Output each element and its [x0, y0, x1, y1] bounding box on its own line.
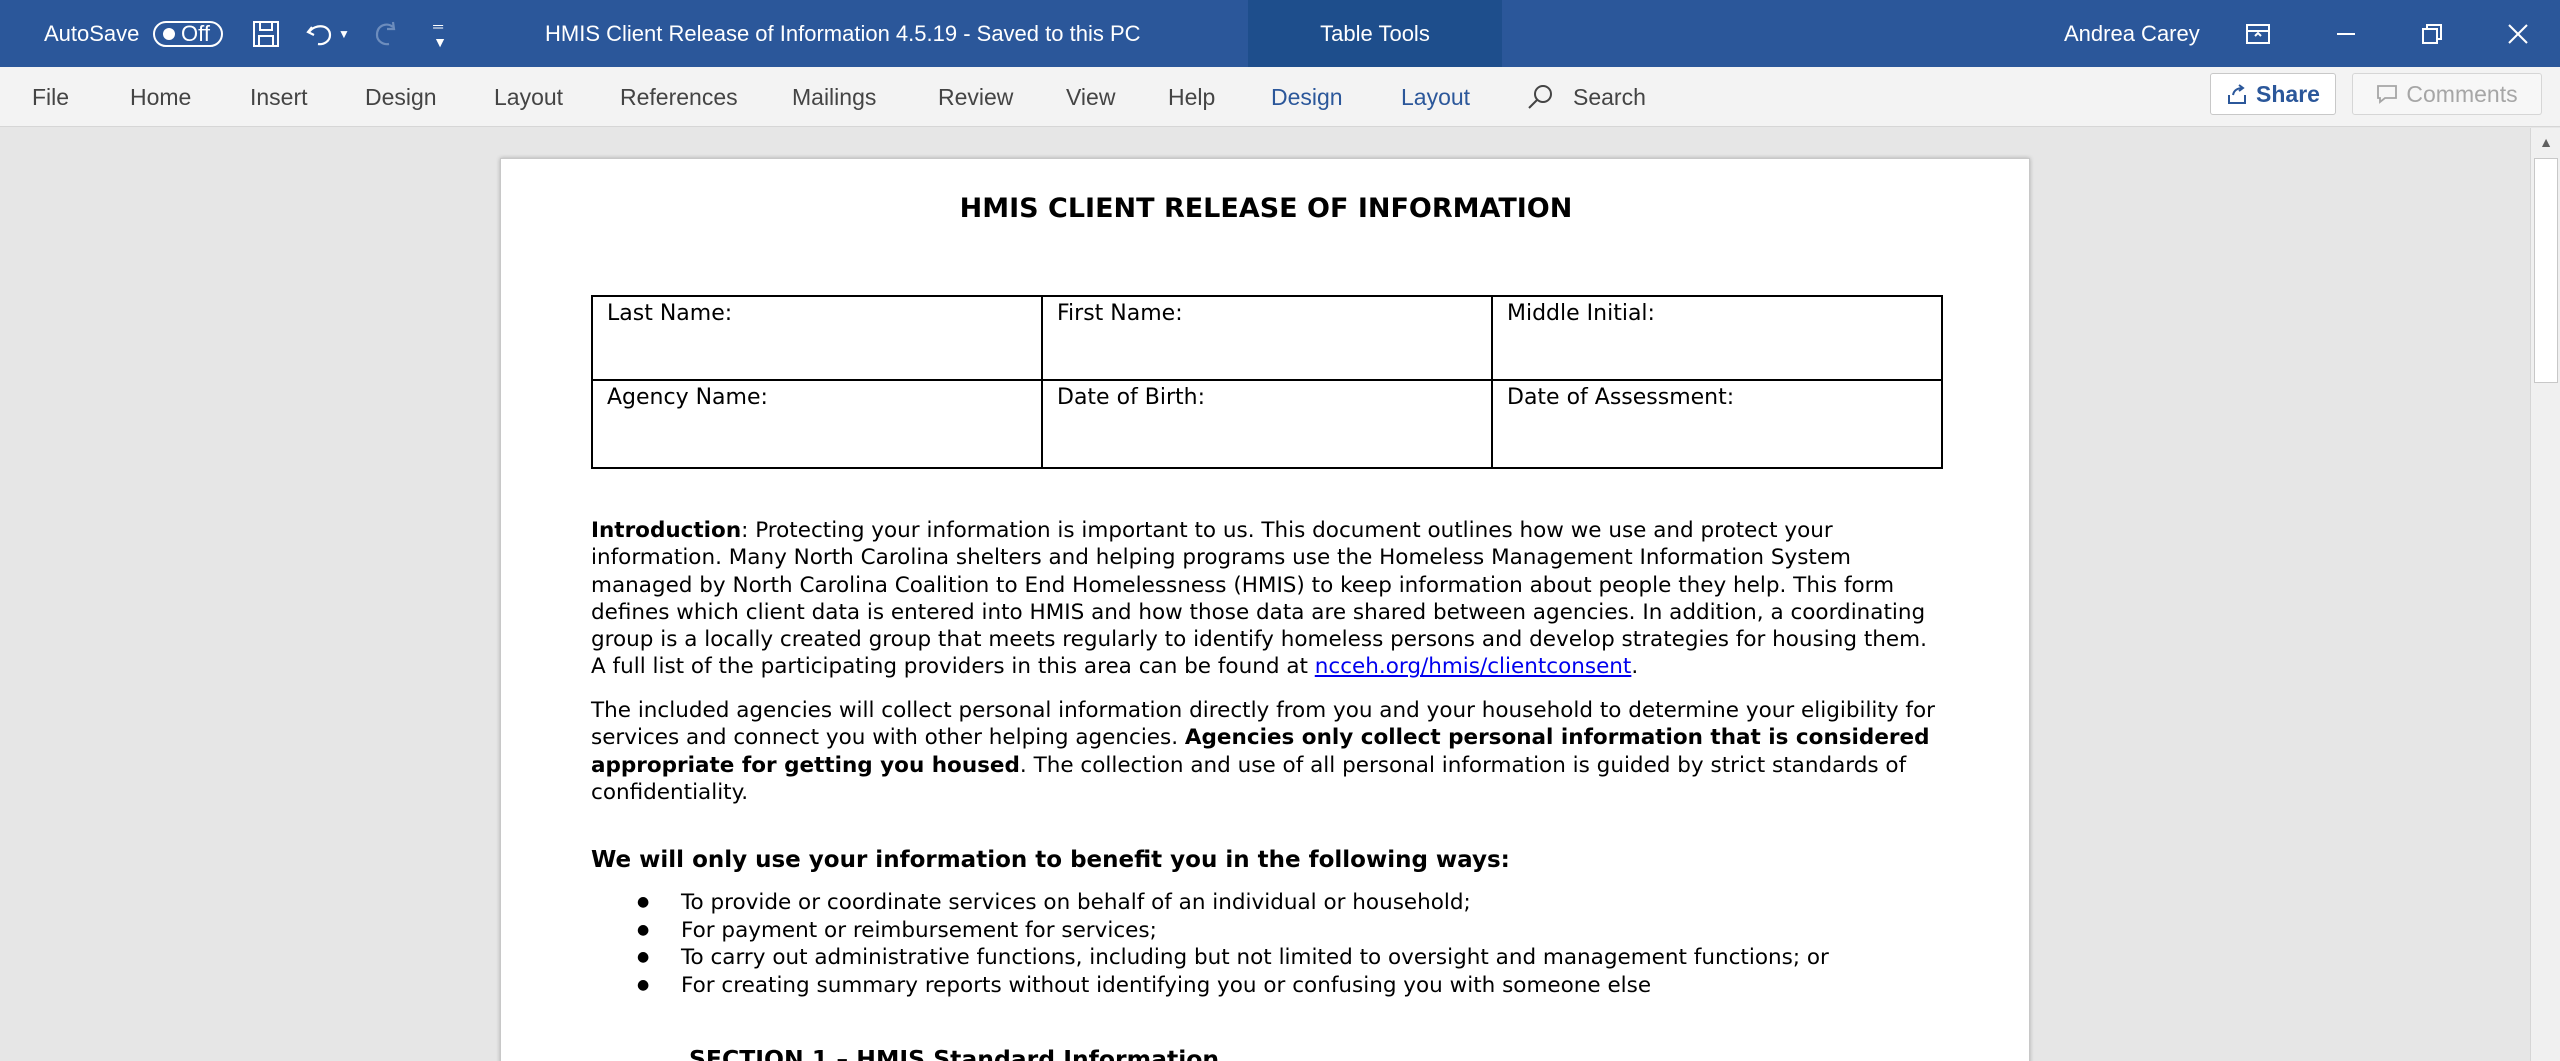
autosave-toggle[interactable]: Off	[153, 21, 223, 47]
introduction-end: .	[1631, 654, 1639, 680]
table-row: Last Name: First Name: Middle Initial:	[591, 295, 1943, 381]
tab-insert[interactable]: Insert	[250, 67, 308, 127]
toggle-knob	[163, 28, 175, 40]
scroll-up-icon[interactable]: ▲	[2531, 128, 2560, 156]
save-icon[interactable]	[248, 0, 284, 67]
tab-review[interactable]: Review	[938, 67, 1013, 127]
comments-label: Comments	[2406, 80, 2518, 107]
share-label: Share	[2256, 80, 2320, 107]
document-page[interactable]: HMIS CLIENT RELEASE OF INFORMATION Last …	[500, 158, 2030, 1061]
search-box[interactable]: Search	[1525, 67, 1646, 127]
autosave-label: AutoSave	[44, 20, 140, 46]
search-icon	[1528, 85, 1552, 109]
list-item: For payment or reimbursement for service…	[591, 917, 1941, 945]
comment-icon	[2377, 85, 2398, 104]
tab-layout[interactable]: Layout	[494, 67, 563, 127]
undo-icon[interactable]	[302, 0, 338, 67]
tab-help[interactable]: Help	[1168, 67, 1215, 127]
customize-qat-icon[interactable]: ═ ▼	[422, 0, 458, 67]
ribbon-display-options-icon[interactable]	[2222, 0, 2294, 67]
table-row: Agency Name: Date of Birth: Date of Asse…	[591, 379, 1943, 469]
restore-icon[interactable]	[2396, 0, 2468, 67]
user-name[interactable]: Andrea Carey	[2064, 0, 2200, 67]
tab-design[interactable]: Design	[365, 67, 437, 127]
ways-heading: We will only use your information to ben…	[591, 847, 1510, 873]
tab-table-design[interactable]: Design	[1271, 67, 1343, 127]
collection-paragraph: The included agencies will collect perso…	[591, 697, 1941, 806]
introduction-label: Introduction	[591, 518, 742, 543]
last-name-cell[interactable]: Last Name:	[591, 295, 1043, 381]
document-heading: HMIS CLIENT RELEASE OF INFORMATION	[959, 193, 1573, 224]
vertical-scrollbar[interactable]: ▲	[2530, 128, 2560, 1061]
list-item: To carry out administrative functions, i…	[591, 944, 1941, 972]
agency-name-cell[interactable]: Agency Name:	[591, 379, 1043, 469]
tab-table-layout[interactable]: Layout	[1401, 67, 1470, 127]
share-button[interactable]: Share	[2210, 73, 2336, 115]
ways-list: To provide or coordinate services on beh…	[591, 889, 1941, 999]
close-icon[interactable]	[2482, 0, 2554, 67]
section-1-heading: SECTION 1 – HMIS Standard Information	[689, 1045, 1220, 1061]
redo-icon	[368, 0, 404, 67]
introduction-text: : Protecting your information is importa…	[591, 518, 1927, 680]
tab-view[interactable]: View	[1066, 67, 1115, 127]
date-of-birth-cell[interactable]: Date of Birth:	[1041, 379, 1493, 469]
list-item: For creating summary reports without ide…	[591, 972, 1941, 1000]
title-bar: AutoSave Off ▼ ═ ▼ HMIS Client Release of…	[0, 0, 2560, 67]
tab-references[interactable]: References	[620, 67, 738, 127]
ribbon-tabs: File Home Insert Design Layout Reference…	[0, 67, 2560, 127]
autosave-state: Off	[181, 21, 210, 46]
client-consent-link[interactable]: ncceh.org/hmis/clientconsent	[1315, 654, 1632, 679]
date-of-assessment-cell[interactable]: Date of Assessment:	[1491, 379, 1943, 469]
client-info-table[interactable]: Last Name: First Name: Middle Initial: A…	[591, 295, 1943, 469]
first-name-cell[interactable]: First Name:	[1041, 295, 1493, 381]
document-title: HMIS Client Release of Information 4.5.1…	[545, 20, 1141, 46]
tab-mailings[interactable]: Mailings	[792, 67, 876, 127]
scrollbar-thumb[interactable]	[2534, 158, 2558, 383]
share-icon	[2228, 84, 2247, 104]
tab-file[interactable]: File	[32, 67, 69, 127]
document-canvas[interactable]: HMIS CLIENT RELEASE OF INFORMATION Last …	[0, 128, 2530, 1061]
undo-dropdown-icon[interactable]: ▼	[334, 0, 354, 67]
tab-home[interactable]: Home	[130, 67, 191, 127]
minimize-icon[interactable]	[2310, 0, 2382, 67]
table-tools-label: Table Tools	[1248, 0, 1502, 67]
search-label: Search	[1573, 83, 1646, 110]
comments-button[interactable]: Comments	[2352, 73, 2542, 115]
introduction-paragraph: Introduction: Protecting your informatio…	[591, 517, 1941, 681]
list-item: To provide or coordinate services on beh…	[591, 889, 1941, 917]
middle-initial-cell[interactable]: Middle Initial:	[1491, 295, 1943, 381]
